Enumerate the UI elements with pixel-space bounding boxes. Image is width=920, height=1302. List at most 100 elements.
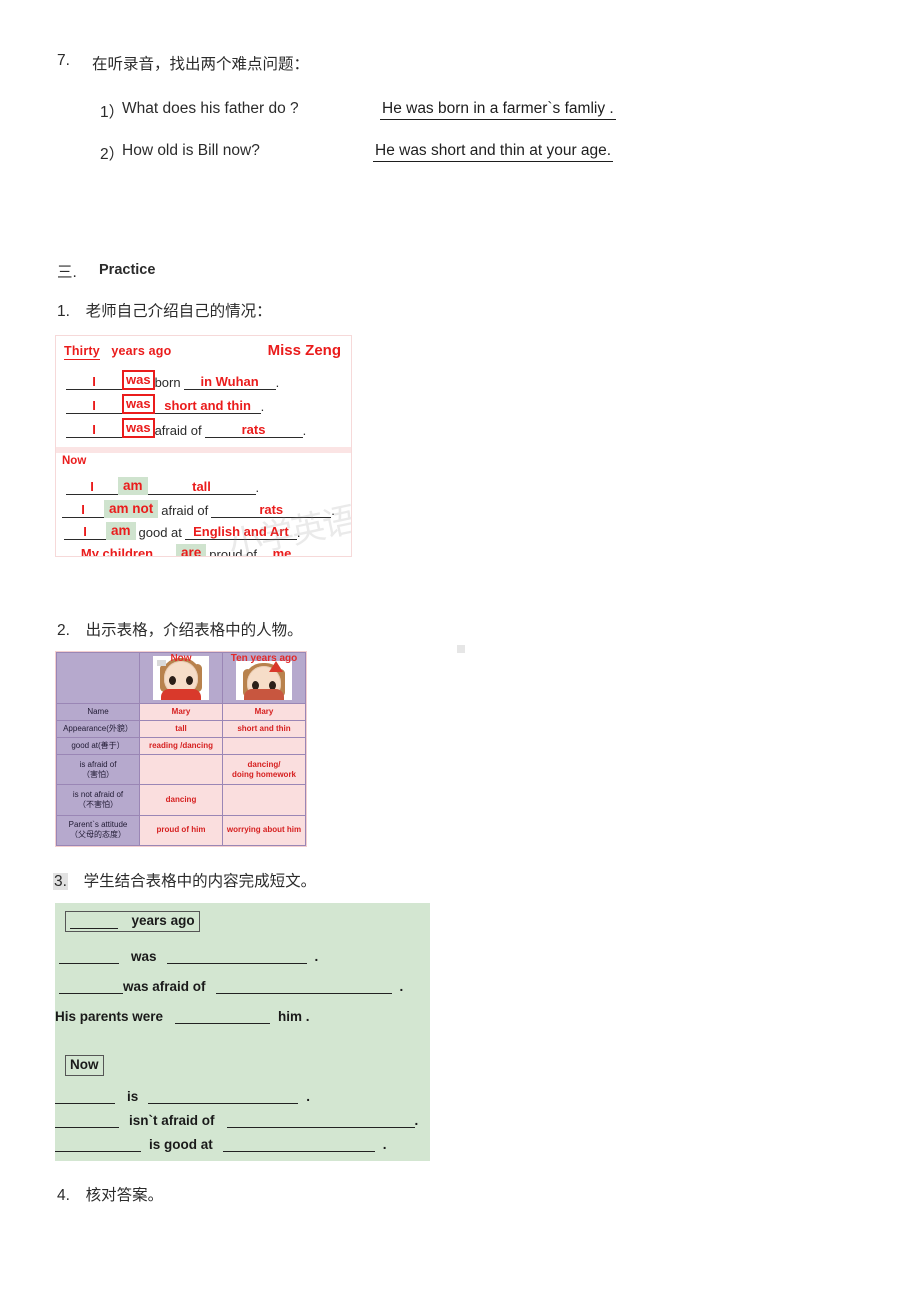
boxed-verb: was xyxy=(122,394,155,414)
green-period: . xyxy=(314,949,319,964)
cell-name-now: Mary xyxy=(139,702,223,722)
blank-subject: I xyxy=(66,398,122,414)
static-word: afraid of xyxy=(154,423,202,438)
exercise-7-item-2-question: How old is Bill now? xyxy=(122,142,260,159)
cell-good-at-now: reading /dancing xyxy=(139,737,223,756)
blank-object: me xyxy=(260,546,304,556)
miss-zeng-now-label: Now xyxy=(62,455,87,467)
green-now-heading-box: Now xyxy=(65,1055,104,1076)
cell-is-afraid-now xyxy=(139,754,223,786)
cell-attitude-past: worrying about him xyxy=(222,814,306,847)
step-3-text: 学生结合表格中的内容完成短文。 xyxy=(83,873,317,890)
cell-name-past: Mary xyxy=(222,702,306,722)
period: . xyxy=(260,399,265,414)
blank-subject: My children xyxy=(62,546,172,556)
miss-zeng-now-row-2: I am not afraid of rats . xyxy=(62,496,347,518)
blank-object: tall xyxy=(147,479,256,495)
image-artifact-dot xyxy=(457,645,465,653)
blank-object: short and thin xyxy=(154,398,261,414)
row-label-line-1: Parent`s attitude xyxy=(68,820,128,830)
period: . xyxy=(275,375,280,390)
exercise-7-item-1-question: What does his father do ? xyxy=(122,100,299,117)
miss-zeng-worksheet-image: Thirty years ago Miss Zeng I was born in… xyxy=(55,335,352,557)
period: . xyxy=(302,423,307,438)
table-row: Name Mary Mary xyxy=(56,702,306,722)
row-label-line-2: （父母的态度） xyxy=(70,830,126,840)
exercise-7-item-2-label: 2） xyxy=(100,146,125,163)
highlighted-verb: am xyxy=(106,522,136,540)
table-header-now-label: Now xyxy=(170,653,192,664)
green-past-heading-label: years ago xyxy=(131,913,195,928)
mary-comparison-table-image: Now Ten years ago Name Mary Mary Appeara… xyxy=(55,651,307,847)
green-verb: isn`t afraid of xyxy=(129,1113,215,1128)
period: . xyxy=(296,525,301,540)
highlighted-verb: am xyxy=(118,477,148,495)
miss-zeng-now-row-1: I am tall . xyxy=(66,473,347,495)
blank-subject: I xyxy=(64,524,106,540)
green-lead: His parents were xyxy=(55,1009,164,1024)
green-verb: is xyxy=(127,1089,139,1104)
blank-subject: I xyxy=(66,374,122,390)
green-past-heading: years ago xyxy=(65,911,200,932)
step-2-text: 出示表格，介绍表格中的人物。 xyxy=(85,622,303,639)
row-label-line-1: is afraid of xyxy=(79,759,117,769)
clothing-shape xyxy=(161,689,201,700)
cell-is-afraid-past: dancing/ doing homework xyxy=(222,754,306,786)
step-1-text: 老师自己介绍自己的情况： xyxy=(85,303,272,320)
miss-zeng-past-row-3: I was afraid of rats . xyxy=(66,416,347,438)
table-row: good at(善于） reading /dancing xyxy=(56,737,306,756)
miss-zeng-past-heading: Thirty years ago xyxy=(64,344,172,360)
blank-subject: I xyxy=(62,502,104,518)
eye-left-shape xyxy=(169,676,176,685)
highlighted-verb: are xyxy=(176,544,207,556)
cell-appearance-now: tall xyxy=(139,720,223,739)
miss-zeng-past-heading-rest: years ago xyxy=(111,344,172,358)
cell-is-not-afraid-past xyxy=(222,784,306,816)
step-4-number: 4. xyxy=(57,1187,70,1204)
green-now-row-2: isn`t afraid of . xyxy=(55,1113,418,1128)
row-label-name: Name xyxy=(56,702,140,722)
green-verb: was afraid of xyxy=(123,979,206,994)
period: . xyxy=(331,503,335,518)
row-label-line-2: （不害怕） xyxy=(78,800,118,810)
row-label-is-not-afraid-of: is not afraid of （不害怕） xyxy=(56,784,140,816)
mary-past-photo xyxy=(236,661,292,700)
blank-object: rats xyxy=(211,502,332,518)
table-header-past-label: Ten years ago xyxy=(230,653,298,664)
exercise-7-prompt: 在听录音，找出两个难点问题： xyxy=(92,56,310,73)
green-past-row-2: was afraid of . xyxy=(59,979,403,994)
green-period: . xyxy=(306,1089,311,1104)
miss-zeng-past-section: Thirty years ago Miss Zeng I was born in… xyxy=(60,340,347,447)
green-period: . xyxy=(414,1113,419,1128)
green-past-heading-box: years ago xyxy=(65,911,200,932)
step-1-number: 1. xyxy=(57,303,70,320)
table-row: is not afraid of （不害怕） dancing xyxy=(56,784,306,816)
cell-is-not-afraid-now: dancing xyxy=(139,784,223,816)
blank-object: in Wuhan xyxy=(183,374,276,390)
blank-subject: I xyxy=(66,422,122,438)
green-now-row-1: is . xyxy=(55,1089,310,1104)
static-word: afraid of xyxy=(161,503,209,518)
green-past-row-1: was . xyxy=(59,949,318,964)
miss-zeng-past-heading-blank: Thirty xyxy=(64,344,100,360)
step-3-number: 3. xyxy=(53,873,68,890)
boxed-verb: was xyxy=(122,370,155,390)
exercise-7-item-2-answer: He was short and thin at your age. xyxy=(373,142,614,162)
period: . xyxy=(303,547,308,557)
row-label-is-afraid-of: is afraid of （害怕） xyxy=(56,754,140,786)
green-verb: was xyxy=(131,949,157,964)
static-word: proud of xyxy=(209,547,257,557)
exercise-7-number: 7. xyxy=(57,52,70,69)
table-header-row: Now Ten years ago xyxy=(56,652,306,704)
row-label-line-1: is not afraid of xyxy=(72,790,124,800)
green-tail: him . xyxy=(278,1009,310,1024)
clothing-shape xyxy=(244,689,284,700)
exercise-7-item-1-label: 1） xyxy=(100,104,125,121)
row-label-appearance: Appearance(外貌） xyxy=(56,720,140,739)
period: . xyxy=(255,480,260,495)
cell-attitude-now: proud of him xyxy=(139,814,223,847)
boxed-verb: was xyxy=(122,418,155,438)
section-title: Practice xyxy=(99,262,156,278)
green-period: . xyxy=(382,1137,387,1152)
table-corner-cell xyxy=(56,652,140,704)
